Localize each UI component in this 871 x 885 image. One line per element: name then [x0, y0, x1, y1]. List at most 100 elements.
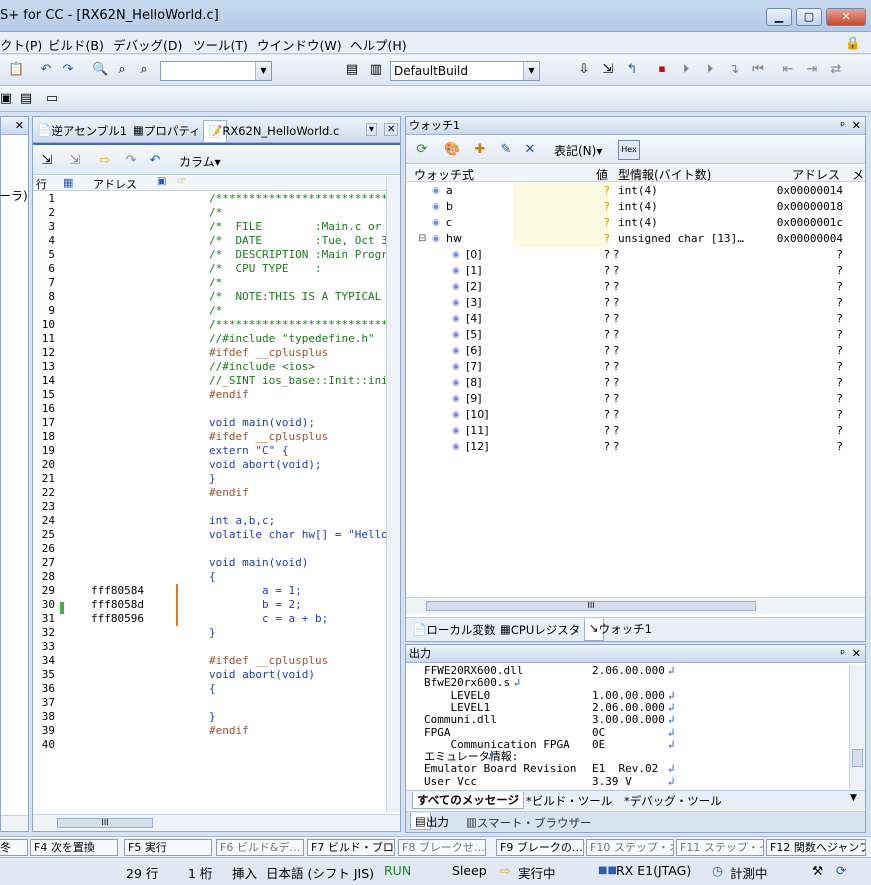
- code-line[interactable]: #endif: [209, 486, 249, 500]
- menu-project[interactable]: クト(P): [0, 35, 42, 54]
- reset-icon[interactable]: ↰: [624, 62, 640, 78]
- delete-icon[interactable]: ✕: [522, 142, 538, 158]
- chevron-down-icon[interactable]: ▼: [523, 62, 539, 80]
- scrollbar-thumb[interactable]: III: [57, 818, 153, 828]
- watch-row[interactable]: ⊟ ◉ hw? unsigned char [13]… 0x00000004: [406, 231, 865, 247]
- code-line[interactable]: }: [209, 472, 216, 486]
- left-h-scrollbar[interactable]: [1, 815, 28, 831]
- chevron-down-icon[interactable]: ▼: [850, 793, 857, 803]
- watch-row[interactable]: ◉ [0] ? ??: [406, 247, 865, 263]
- code-line[interactable]: #ifdef __cplusplus: [209, 430, 328, 444]
- chevron-down-icon[interactable]: ▼: [255, 62, 271, 80]
- tab-build-tool[interactable]: *ビルド・ツール: [526, 793, 612, 809]
- jump-icon[interactable]: ⇲: [39, 153, 55, 169]
- add-watch-icon[interactable]: ✚: [472, 142, 488, 158]
- fkey-f11[interactable]: F11 ステップ・イン: [676, 839, 764, 856]
- watch-row[interactable]: ◉ [6] ? ??: [406, 343, 865, 359]
- code-line[interactable]: b = 2;: [209, 598, 302, 612]
- step-over-icon[interactable]: ⏮: [750, 62, 766, 78]
- watch-row[interactable]: ◉ c? int(4) 0x0000001c: [406, 215, 865, 231]
- hex-toggle[interactable]: Hex: [618, 140, 640, 160]
- build-config-select[interactable]: DefaultBuild ▼: [390, 61, 540, 81]
- column-menu[interactable]: カラム▾: [179, 153, 221, 170]
- rebuild-icon[interactable]: ▥: [368, 62, 384, 78]
- output-v-scrollbar[interactable]: [849, 665, 865, 789]
- tab-output[interactable]: ▤ 出力: [410, 813, 449, 830]
- fkey-f5[interactable]: F5 実行: [124, 839, 212, 856]
- code-line[interactable]: #endif: [209, 724, 249, 738]
- fkey-partial[interactable]: 冬: [0, 839, 28, 856]
- code-line[interactable]: {: [209, 570, 216, 584]
- step-icon[interactable]: ↷: [123, 153, 139, 169]
- arrow-right-icon[interactable]: ⇨: [97, 153, 113, 169]
- col-address[interactable]: アドレス: [792, 166, 840, 183]
- watch-row[interactable]: ◉ [2] ? ??: [406, 279, 865, 295]
- watch-row[interactable]: ◉ [12] ? ??: [406, 439, 865, 455]
- code-area[interactable]: /***************************/*/* FILE :M…: [209, 192, 387, 812]
- jump-disabled-icon[interactable]: ⇲: [67, 153, 83, 169]
- output-text[interactable]: FFWE20RX600.dll 2.06.00.000 ↲ BfwE20rx600.s…: [414, 665, 844, 789]
- code-line[interactable]: {: [209, 682, 216, 696]
- code-line[interactable]: #endif: [209, 388, 249, 402]
- scrollbar-thumb[interactable]: III: [426, 601, 756, 611]
- fkey-f8[interactable]: F8 ブレークせ…: [398, 839, 486, 856]
- code-line[interactable]: #ifdef __cplusplus: [209, 654, 328, 668]
- download-icon[interactable]: ⇩: [576, 62, 592, 78]
- code-line[interactable]: /* CPU TYPE :: [209, 262, 322, 276]
- close-icon[interactable]: ✕: [852, 645, 861, 663]
- find-icon[interactable]: 🔍: [92, 62, 108, 78]
- go-icon[interactable]: ⏵: [678, 62, 694, 78]
- fkey-f4[interactable]: F4 次を置換: [30, 839, 118, 856]
- find-next-icon[interactable]: ⌕: [114, 62, 130, 78]
- step-out-icon[interactable]: ⇥: [804, 62, 820, 78]
- left-panel-close[interactable]: ✕: [15, 119, 24, 132]
- menu-build[interactable]: ビルド(B): [48, 35, 104, 54]
- refresh-icon[interactable]: ⟳: [414, 142, 430, 158]
- menu-tool[interactable]: ツール(T): [193, 35, 248, 54]
- watch-row[interactable]: ◉ b? int(4) 0x00000018: [406, 199, 865, 215]
- col-type[interactable]: 型情報(バイト数): [618, 166, 711, 183]
- code-line[interactable]: void abort(void);: [209, 458, 322, 472]
- tab-debug-tool[interactable]: *デバッグ・ツール: [624, 793, 722, 809]
- code-line[interactable]: extern "C" {: [209, 444, 288, 458]
- expand-icon[interactable]: ⊟: [418, 231, 426, 247]
- chip-icon[interactable]: ▣: [0, 91, 14, 107]
- run-icon[interactable]: ⏵: [702, 62, 718, 78]
- tab-source-file[interactable]: 📝 RX62N_HelloWorld.c: [203, 120, 339, 142]
- fkey-f7[interactable]: F7 ビルド・ブロ…: [307, 839, 395, 856]
- palette-icon[interactable]: 🎨: [444, 142, 460, 158]
- toggle-icon[interactable]: ⇄: [828, 62, 844, 78]
- edit-watch-icon[interactable]: ✎: [498, 142, 514, 158]
- watch-row[interactable]: ◉ [11] ? ??: [406, 423, 865, 439]
- code-line[interactable]: void abort(void): [209, 668, 315, 682]
- fkey-f10[interactable]: F10 ステップ・オ…: [586, 839, 674, 856]
- tab-smart-browser[interactable]: ▥ スマート・ブラウザー: [466, 815, 592, 830]
- search-combo[interactable]: ▼: [160, 61, 272, 81]
- window-icon[interactable]: ▭: [44, 91, 60, 107]
- editor-v-scrollbar[interactable]: [386, 176, 400, 812]
- code-line[interactable]: /* DATE :Tue, Oct 3: [209, 234, 387, 248]
- editor-h-scrollbar[interactable]: III: [33, 814, 400, 831]
- code-line[interactable]: void main(void);: [209, 416, 315, 430]
- paste-icon[interactable]: 📋: [8, 62, 24, 78]
- code-line[interactable]: }: [209, 710, 216, 724]
- stop-icon[interactable]: ⏹: [654, 62, 670, 78]
- pin-icon[interactable]: ᵖ: [840, 117, 845, 135]
- pin-icon[interactable]: ᵖ: [840, 645, 845, 663]
- code-line[interactable]: }: [209, 626, 216, 640]
- step-return-icon[interactable]: ⇤: [780, 62, 796, 78]
- col-memo[interactable]: メ: [852, 166, 864, 183]
- code-line[interactable]: /*: [209, 206, 222, 220]
- code-line[interactable]: /* DESCRIPTION :Main Progr: [209, 248, 387, 262]
- display-format-menu[interactable]: 表記(N)▾: [554, 142, 602, 159]
- undo-icon[interactable]: ↶: [38, 62, 54, 78]
- step-in-icon[interactable]: ↴: [726, 62, 742, 78]
- return-icon[interactable]: ↶: [147, 153, 163, 169]
- close-window-button[interactable]: ✕: [826, 8, 866, 26]
- maximize-button[interactable]: ▢: [796, 8, 822, 26]
- code-line[interactable]: int a,b,c;: [209, 514, 275, 528]
- menu-help[interactable]: ヘルプ(H): [350, 35, 407, 54]
- close-icon[interactable]: ✕: [852, 117, 861, 135]
- code-line[interactable]: /*: [209, 276, 222, 290]
- tab-watch1[interactable]: ↘ ウォッチ1: [584, 619, 652, 641]
